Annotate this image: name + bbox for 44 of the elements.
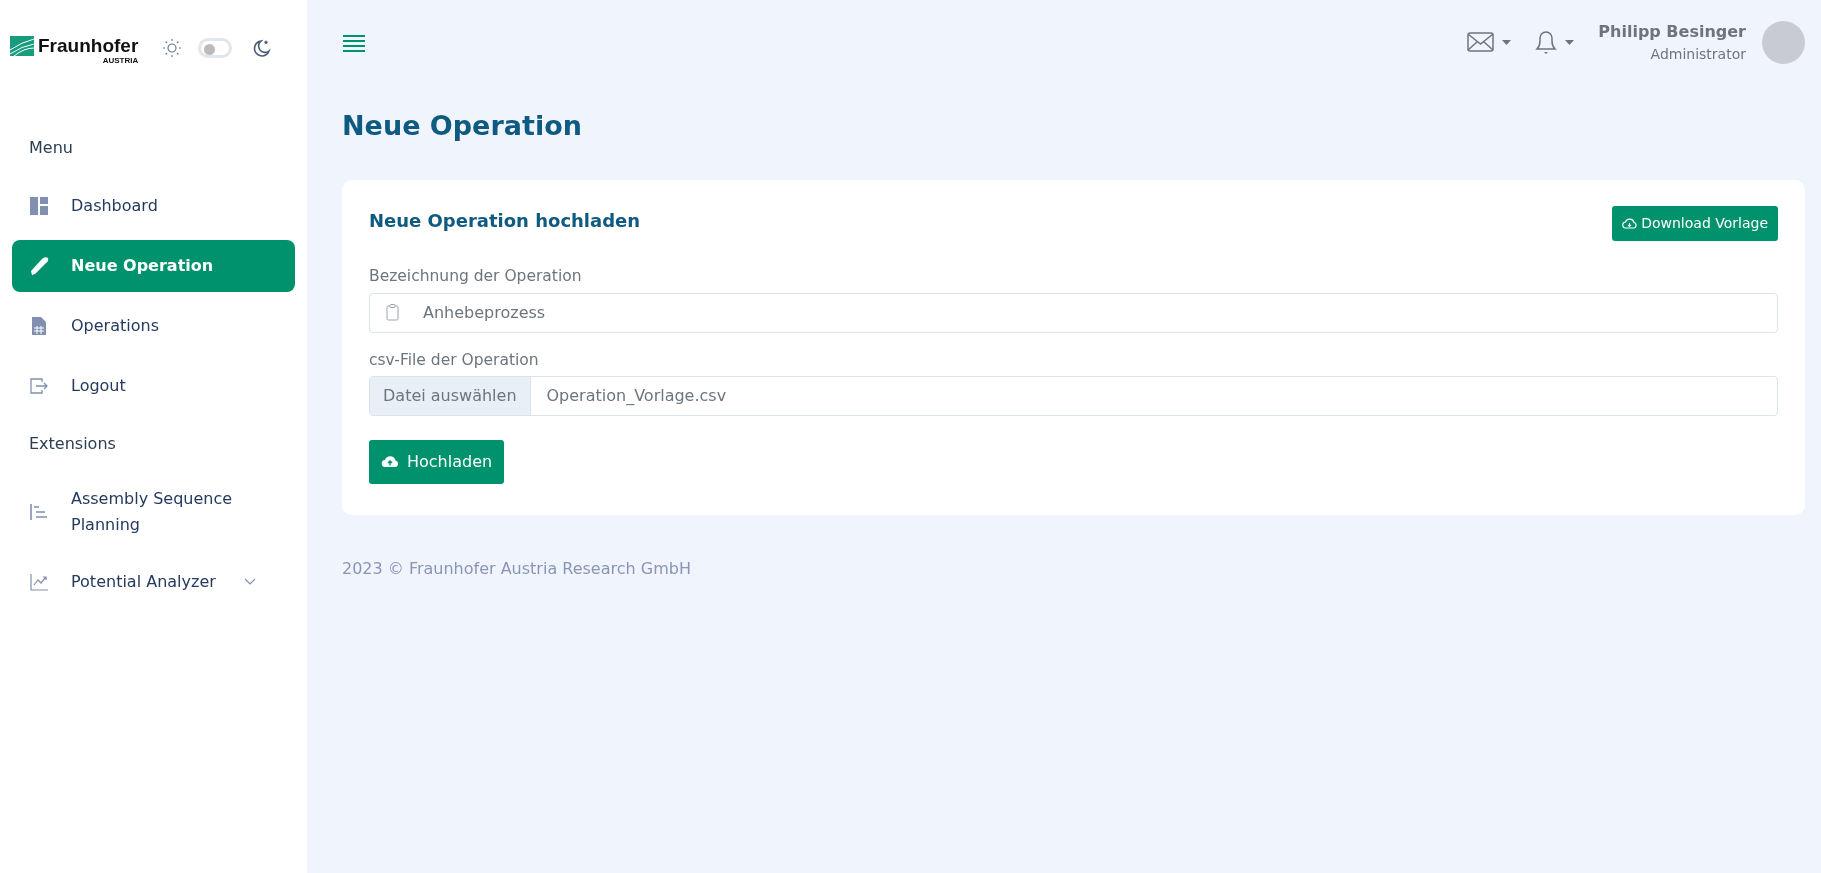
page-title: Neue Operation [342,110,583,143]
dashboard-icon [29,196,49,216]
sun-icon [162,38,183,58]
spreadsheet-icon [29,316,49,336]
logo-text: Fraunhofer [38,36,139,55]
sidebar-item[interactable]: Logout [12,360,295,412]
list-icon [29,502,49,522]
sidebar-item[interactable]: Neue Operation [12,240,295,292]
sidebar-item[interactable]: Operations [12,300,295,352]
theme-toggle[interactable] [198,38,233,58]
user-name: Philipp Besinger [1598,20,1746,43]
notifications-button[interactable] [1535,29,1575,55]
sidebar-item[interactable]: Dashboard [12,180,295,232]
menu-icon [342,32,366,53]
field-value: Anhebeprozess [423,301,546,324]
bell-icon [1535,29,1558,55]
card-title: Neue Operation hochladen [369,210,641,232]
download-button[interactable]: Download Vorlage [1612,206,1778,242]
chart-icon [29,572,49,592]
footer-text: 2023 © Fraunhofer Austria Research GmbH [342,557,692,580]
caret-icon [1565,39,1575,45]
caret-icon [1502,39,1512,45]
file-name-field[interactable]: Operation_Vorlage.csv [546,383,727,408]
field-label: csv-File der Operation [369,349,540,371]
cloud-download-icon [1622,217,1638,230]
pen-icon [29,256,49,276]
logo-icon [10,36,34,56]
chevron-down-icon [243,578,256,586]
text-field[interactable]: Anhebeprozess [369,292,1778,333]
cloud-upload-icon [381,455,399,469]
section-heading: Extensions [28,433,117,455]
moon-icon [252,38,273,58]
user-role: Administrator [1649,44,1746,64]
section-heading: Menu [28,137,74,159]
file-choose-button[interactable]: Datei auswählen [370,376,531,415]
upload-button[interactable]: Hochladen [369,439,505,484]
sidebar-item[interactable]: Potential Analyzer [12,556,295,608]
sidebar-item[interactable]: Assembly Sequence Planning [12,486,295,538]
mail-button[interactable] [1467,32,1512,52]
envelope-icon [1467,32,1495,52]
field-label: Bezeichnung der Operation [369,266,583,288]
logo-subtitle: AUSTRIA [101,55,139,67]
logout-icon [29,376,49,396]
clipboard-icon [386,304,399,322]
